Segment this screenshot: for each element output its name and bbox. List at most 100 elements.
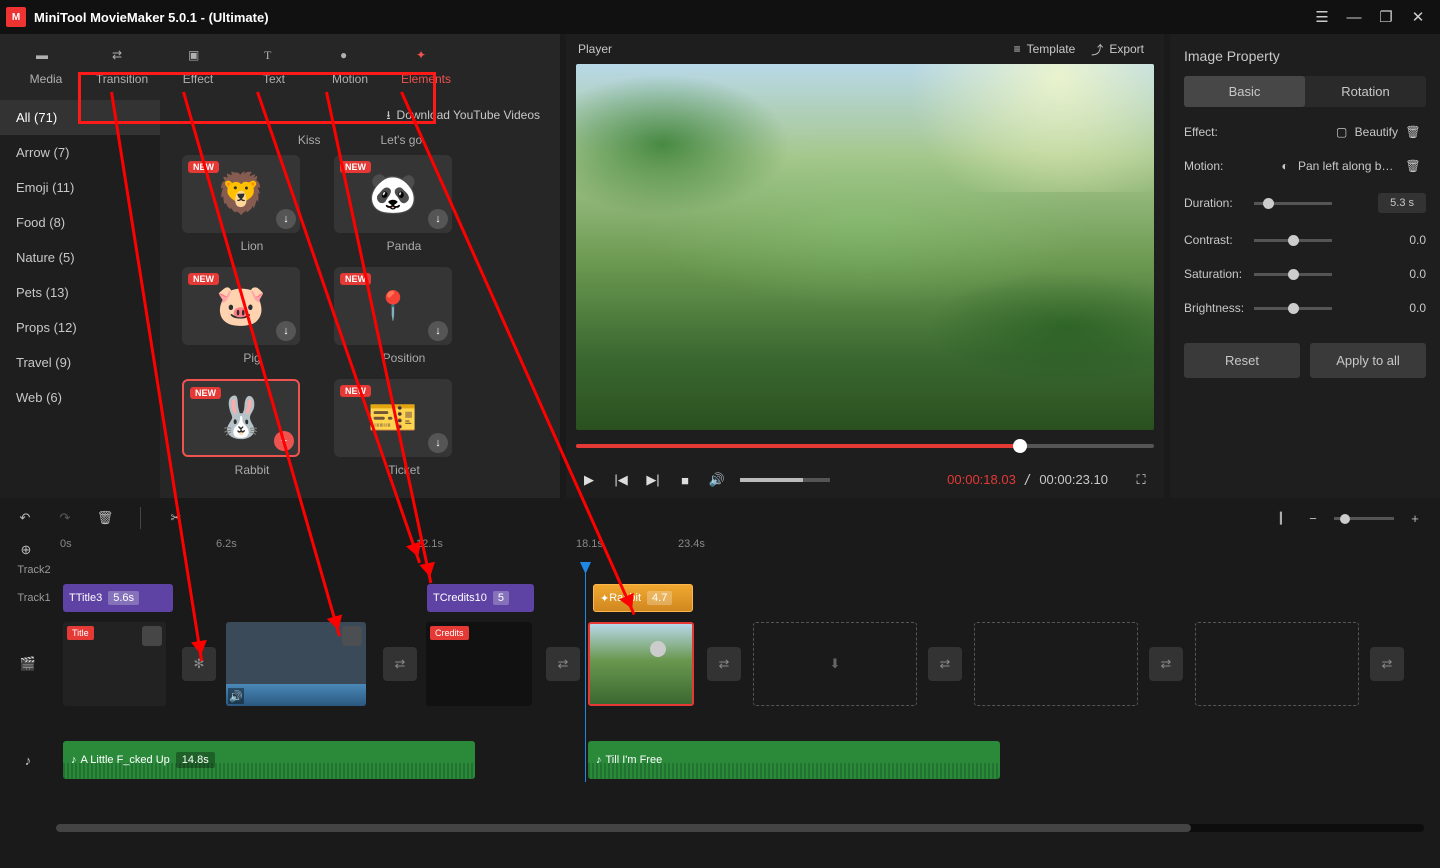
transition-slot[interactable]: ⇄ bbox=[928, 647, 962, 681]
tab-motion[interactable]: ●Motion bbox=[314, 40, 386, 94]
tab-text[interactable]: TText bbox=[238, 40, 310, 94]
audio-track-icon: ♪ bbox=[0, 738, 56, 782]
clip-credits10[interactable]: T Credits105 bbox=[427, 584, 534, 612]
contrast-slider[interactable] bbox=[1254, 239, 1332, 242]
delete-icon[interactable]: 🗑 bbox=[1406, 159, 1420, 173]
download-youtube-button[interactable]: ⭳Download YouTube Videos bbox=[160, 100, 560, 133]
category-food[interactable]: Food (8) bbox=[0, 205, 160, 240]
category-all[interactable]: All (71) bbox=[0, 100, 160, 135]
player-controls: ▶ |◀ ▶| ■ 🔊 00:00:18.03 / 00:00:23.10 ⛶ bbox=[566, 462, 1164, 498]
snap-icon[interactable]: ⎹⎸ bbox=[1270, 507, 1292, 529]
media-clip-3[interactable]: Credits bbox=[426, 622, 532, 706]
media-clip-2[interactable]: 🔊 bbox=[226, 622, 366, 706]
volume-slider[interactable] bbox=[740, 478, 830, 482]
tab-effect[interactable]: ▣Effect bbox=[162, 40, 234, 94]
preview-viewport[interactable] bbox=[576, 64, 1154, 430]
element-rabbit-label: Rabbit bbox=[182, 457, 322, 483]
split-icon[interactable]: ✂ bbox=[165, 507, 187, 529]
delete-icon[interactable]: 🗑 bbox=[1406, 125, 1420, 139]
category-props[interactable]: Props (12) bbox=[0, 310, 160, 345]
transition-slot[interactable]: ⇄ bbox=[383, 647, 417, 681]
track1-label: Track1 bbox=[0, 592, 56, 604]
element-lion[interactable]: NEW🦁↓ bbox=[182, 155, 300, 233]
audio-clip-2[interactable]: ♪ Till I'm Free bbox=[588, 741, 1000, 779]
zoom-out-icon[interactable]: − bbox=[1302, 507, 1324, 529]
volume-icon[interactable]: 🔊 bbox=[708, 471, 726, 489]
transition-slot[interactable]: ⇄ bbox=[1149, 647, 1183, 681]
category-arrow[interactable]: Arrow (7) bbox=[0, 135, 160, 170]
element-pig[interactable]: NEW🐷↓ bbox=[182, 267, 300, 345]
template-button[interactable]: ≡Template bbox=[1006, 38, 1084, 60]
download-icon[interactable]: ↓ bbox=[428, 209, 448, 229]
audio-clip-1[interactable]: ♪ A Little F_cked Up14.8s bbox=[63, 741, 475, 779]
download-icon[interactable]: ↓ bbox=[276, 209, 296, 229]
tab-elements[interactable]: ✦Elements bbox=[390, 40, 462, 94]
element-panda-label: Panda bbox=[334, 233, 474, 259]
properties-title: Image Property bbox=[1184, 48, 1426, 64]
add-icon[interactable]: + bbox=[274, 431, 294, 451]
duration-field[interactable]: 5.3 s bbox=[1378, 193, 1426, 213]
clip-rabbit[interactable]: ✦ Rabbit4.7 bbox=[593, 584, 693, 612]
stop-icon[interactable]: ■ bbox=[676, 471, 694, 489]
scrub-handle[interactable] bbox=[1013, 439, 1027, 453]
transition-slot[interactable]: ⇄ bbox=[707, 647, 741, 681]
menu-icon[interactable]: ☰ bbox=[1306, 1, 1338, 33]
delete-icon[interactable]: 🗑 bbox=[94, 507, 116, 529]
download-icon[interactable]: ↓ bbox=[428, 433, 448, 453]
horizontal-scrollbar[interactable] bbox=[56, 824, 1424, 832]
category-travel[interactable]: Travel (9) bbox=[0, 345, 160, 380]
maximize-icon[interactable]: ❐ bbox=[1370, 1, 1402, 33]
properties-panel: Image Property Basic Rotation Effect: ▢ … bbox=[1170, 34, 1440, 498]
empty-slot[interactable] bbox=[974, 622, 1138, 706]
category-pets[interactable]: Pets (13) bbox=[0, 275, 160, 310]
zoom-in-icon[interactable]: + bbox=[1404, 507, 1426, 529]
empty-slot[interactable] bbox=[1195, 622, 1359, 706]
category-web[interactable]: Web (6) bbox=[0, 380, 160, 415]
tab-rotation[interactable]: Rotation bbox=[1305, 76, 1426, 107]
prev-icon[interactable]: |◀ bbox=[612, 471, 630, 489]
minimize-icon[interactable]: — bbox=[1338, 1, 1370, 33]
element-ticket[interactable]: NEW🎫↓ bbox=[334, 379, 452, 457]
brightness-slider[interactable] bbox=[1254, 307, 1332, 310]
empty-slot[interactable]: ⬇ bbox=[753, 622, 917, 706]
close-icon[interactable]: ✕ bbox=[1402, 1, 1434, 33]
element-rabbit[interactable]: NEW🐰+ bbox=[182, 379, 300, 457]
caption-letsgo: Let's go bbox=[381, 133, 423, 147]
transition-slot[interactable]: ⇄ bbox=[546, 647, 580, 681]
play-icon[interactable]: ▶ bbox=[580, 471, 598, 489]
tab-media[interactable]: ▬Media bbox=[10, 40, 82, 94]
tab-transition[interactable]: ⇄Transition bbox=[86, 40, 158, 94]
motion-icon[interactable]: ◐ bbox=[1278, 159, 1292, 173]
caption-kiss: Kiss bbox=[298, 133, 321, 147]
transition-slot[interactable]: ⇄ bbox=[1370, 647, 1404, 681]
download-icon[interactable]: ↓ bbox=[276, 321, 296, 341]
reset-button[interactable]: Reset bbox=[1184, 343, 1300, 378]
next-icon[interactable]: ▶| bbox=[644, 471, 662, 489]
export-button[interactable]: ⤴Export bbox=[1083, 37, 1152, 62]
media-clip-1[interactable]: Title bbox=[63, 622, 166, 706]
redo-icon[interactable]: ↷ bbox=[54, 507, 76, 529]
apply-all-button[interactable]: Apply to all bbox=[1310, 343, 1426, 378]
zoom-slider[interactable] bbox=[1334, 517, 1394, 520]
property-tabs: Basic Rotation bbox=[1184, 76, 1426, 107]
element-position[interactable]: NEW📍↓ bbox=[334, 267, 452, 345]
tab-basic[interactable]: Basic bbox=[1184, 76, 1305, 107]
scrub-bar[interactable] bbox=[576, 436, 1154, 456]
category-emoji[interactable]: Emoji (11) bbox=[0, 170, 160, 205]
download-icon[interactable]: ↓ bbox=[428, 321, 448, 341]
duration-slider[interactable] bbox=[1254, 202, 1332, 205]
playhead[interactable] bbox=[585, 562, 586, 782]
fullscreen-icon[interactable]: ⛶ bbox=[1132, 471, 1150, 489]
timecode: 00:00:18.03 / 00:00:23.10 bbox=[947, 472, 1108, 488]
timeline-ruler[interactable]: 0s 6.2s 12.1s 18.1s 23.4s bbox=[56, 538, 1440, 562]
category-nature[interactable]: Nature (5) bbox=[0, 240, 160, 275]
add-track-icon[interactable]: ⊕ bbox=[12, 536, 40, 564]
track2-label: Track2 bbox=[0, 564, 56, 576]
category-list: All (71) Arrow (7) Emoji (11) Food (8) N… bbox=[0, 100, 160, 498]
undo-icon[interactable]: ↶ bbox=[14, 507, 36, 529]
media-clip-4[interactable] bbox=[588, 622, 694, 706]
effect-icon[interactable]: ▢ bbox=[1335, 125, 1349, 139]
saturation-slider[interactable] bbox=[1254, 273, 1332, 276]
element-panda[interactable]: NEW🐼↓ bbox=[334, 155, 452, 233]
clip-title3[interactable]: T Title35.6s bbox=[63, 584, 173, 612]
